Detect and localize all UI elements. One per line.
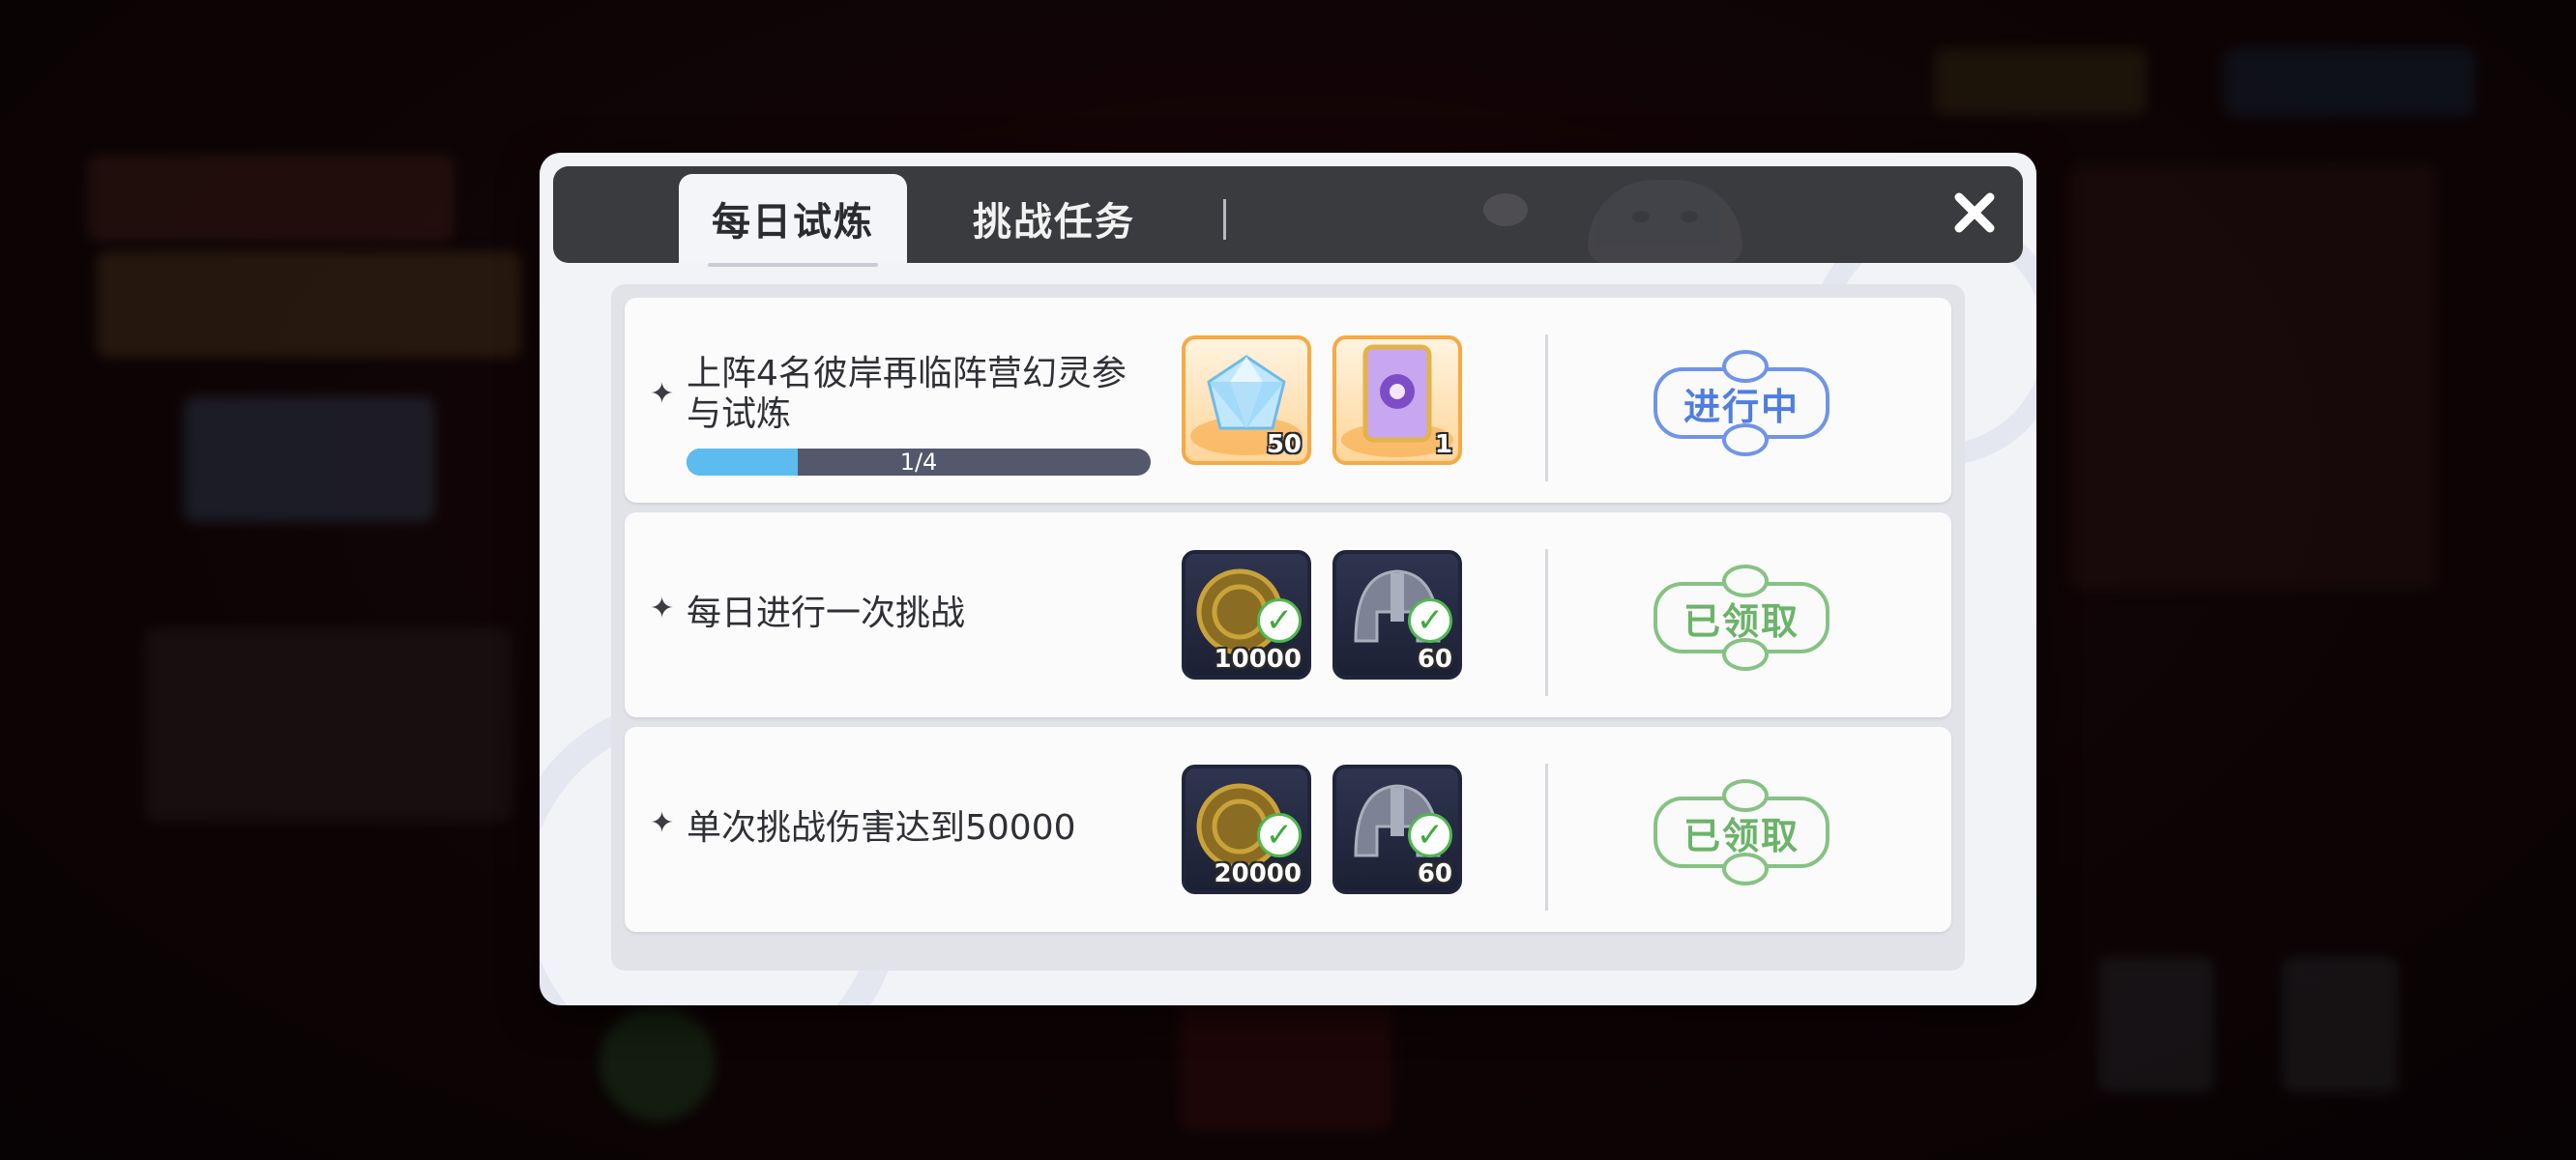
- close-button[interactable]: [1946, 184, 2004, 242]
- task-title: 上阵4名彼岸再临阵营幻灵参 与试炼: [687, 354, 1127, 434]
- status-label: 已领取: [1683, 814, 1800, 857]
- reward-count: 1: [1434, 430, 1452, 459]
- reward-count: 60: [1417, 859, 1452, 888]
- star-bullet-icon: ✦: [650, 377, 675, 411]
- status-badge-claimed: 已领取: [1648, 565, 1835, 671]
- reward-item[interactable]: ✓ 10000: [1182, 550, 1311, 680]
- reward-item[interactable]: 50: [1182, 335, 1311, 465]
- claimed-check-icon: ✓: [1257, 598, 1302, 643]
- status-label: 已领取: [1683, 599, 1800, 643]
- task-title: 每日进行一次挑战: [687, 594, 966, 633]
- mascot-silhouette-icon: [1588, 180, 1742, 263]
- task-list: ✦ 上阵4名彼岸再临阵营幻灵参 与试炼 1/4 50 1 进行中 ✦ 每日进行一…: [611, 284, 1965, 971]
- reward-count: 10000: [1214, 645, 1302, 674]
- status-label: 进行中: [1683, 385, 1800, 428]
- tab-daily-trial[interactable]: 每日试炼: [679, 174, 907, 267]
- reward-item[interactable]: 1: [1332, 335, 1462, 465]
- task-row: ✦ 每日进行一次挑战 ✓ 10000 ✓ 60 已领取: [625, 512, 1951, 717]
- claimed-check-icon: ✓: [1257, 813, 1302, 857]
- reward-count: 60: [1417, 645, 1452, 674]
- tab-divider: [1223, 199, 1226, 240]
- status-badge-claimed: 已领取: [1648, 779, 1835, 885]
- progress-text: 1/4: [899, 449, 938, 476]
- mascot-small-icon: [1483, 193, 1528, 226]
- row-divider: [1545, 549, 1548, 696]
- task-title: 单次挑战伤害达到50000: [687, 808, 1076, 848]
- tab-challenge-tasks[interactable]: 挑战任务: [938, 174, 1170, 263]
- task-row: ✦ 单次挑战伤害达到50000 ✓ 20000 ✓ 60 已领取: [625, 727, 1951, 932]
- reward-item[interactable]: ✓ 20000: [1182, 765, 1311, 894]
- reward-item[interactable]: ✓ 60: [1332, 550, 1462, 680]
- status-badge-in-progress: 进行中: [1648, 350, 1835, 456]
- close-icon: [1954, 192, 1995, 233]
- reward-item[interactable]: ✓ 60: [1332, 765, 1462, 894]
- row-divider: [1545, 334, 1548, 481]
- reward-count: 50: [1266, 430, 1302, 459]
- progress-bar: 1/4: [687, 449, 1151, 476]
- reward-count: 20000: [1214, 859, 1302, 888]
- star-bullet-icon: ✦: [650, 592, 675, 625]
- claimed-check-icon: ✓: [1408, 813, 1452, 857]
- claimed-check-icon: ✓: [1408, 598, 1452, 643]
- row-divider: [1545, 764, 1548, 911]
- task-row: ✦ 上阵4名彼岸再临阵营幻灵参 与试炼 1/4 50 1 进行中: [625, 298, 1951, 503]
- star-bullet-icon: ✦: [650, 806, 675, 840]
- daily-trial-dialog: 每日试炼 挑战任务 ✦ 上阵4名彼岸再临阵营幻灵参 与试炼 1/4 50 1 进…: [540, 153, 2036, 1005]
